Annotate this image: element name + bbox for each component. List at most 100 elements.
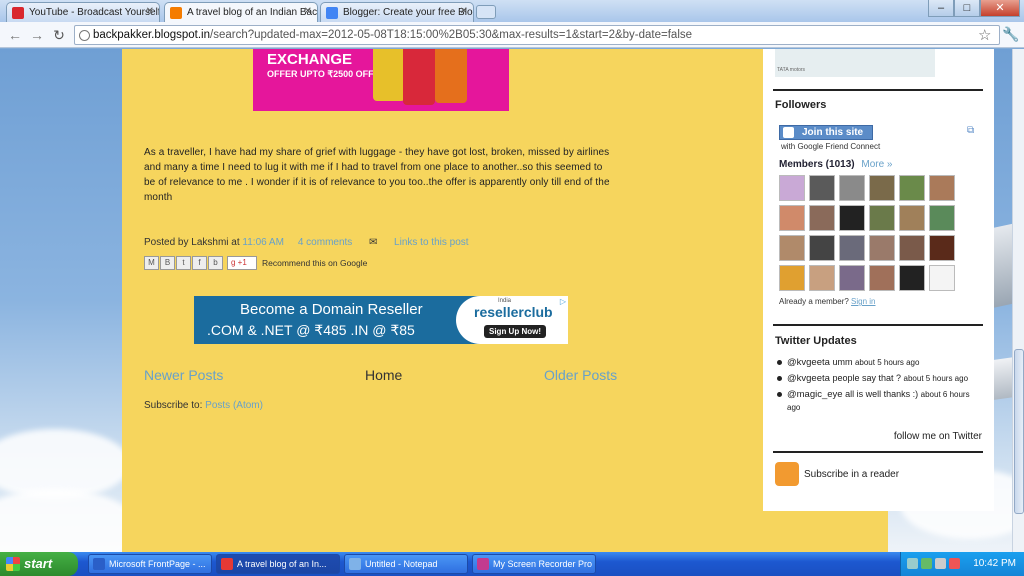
join-label: Join this site	[802, 127, 864, 138]
tray-arrow-icon[interactable]	[907, 558, 918, 569]
windows-logo-icon	[6, 557, 20, 571]
tweet-user[interactable]: @magic_eye	[787, 389, 843, 400]
member-avatar[interactable]	[809, 205, 835, 231]
start-button[interactable]: start	[0, 552, 78, 576]
task-label: A travel blog of an In...	[237, 559, 327, 569]
tray-network-icon[interactable]	[921, 558, 932, 569]
buzz-share-icon[interactable]: b	[208, 256, 223, 270]
sign-in-link[interactable]: Sign in	[851, 297, 875, 306]
banner-prices: .COM & .NET @ ₹485 .IN @ ₹85	[207, 322, 415, 338]
new-tab-button[interactable]	[476, 5, 496, 19]
google-favicon-icon	[326, 7, 338, 19]
brand-name: resellerclub	[474, 304, 553, 320]
member-avatar[interactable]	[839, 205, 865, 231]
member-avatar[interactable]	[809, 235, 835, 261]
tweet-text: people say that ?	[832, 373, 901, 383]
cloud-decoration	[0, 489, 140, 552]
tweets-list: @kvgeeta umm about 5 hours ago @kvgeeta …	[775, 356, 983, 417]
back-arrow-icon[interactable]: ←	[6, 26, 24, 44]
twitter-share-icon[interactable]: t	[176, 256, 191, 270]
member-avatar[interactable]	[779, 205, 805, 231]
banner-headline: Become a Domain Reseller	[240, 301, 423, 318]
sidebar-ad-image[interactable]: TATA motors	[775, 49, 935, 77]
blogthis-share-icon[interactable]: B	[160, 256, 175, 270]
member-avatar[interactable]	[809, 175, 835, 201]
tab-blogger[interactable]: Blogger: Create your free Blog ✕	[320, 2, 474, 22]
member-avatar[interactable]	[869, 265, 895, 291]
member-avatar[interactable]	[779, 265, 805, 291]
newer-posts-link[interactable]: Newer Posts	[144, 367, 223, 383]
tray-volume-icon[interactable]	[935, 558, 946, 569]
member-avatar[interactable]	[899, 175, 925, 201]
maximize-button[interactable]: □	[954, 0, 980, 17]
subscribe-reader-link[interactable]: Subscribe in a reader	[804, 469, 899, 480]
minimize-button[interactable]: –	[928, 0, 954, 17]
tab-youtube[interactable]: YouTube - Broadcast Yourself ✕	[6, 2, 160, 22]
address-bar-input[interactable]: backpakker.blogspot.in/search?updated-ma…	[74, 25, 1000, 45]
tweet-user[interactable]: @kvgeeta	[787, 357, 830, 368]
member-avatar[interactable]	[899, 235, 925, 261]
adchoices-icon[interactable]: ▷	[560, 297, 566, 306]
browser-tab-bar: YouTube - Broadcast Yourself ✕ A travel …	[0, 0, 1024, 22]
tab-travel-blog[interactable]: A travel blog of an Indian Backpacker ✕	[164, 2, 318, 22]
member-avatar[interactable]	[779, 235, 805, 261]
rss-icon[interactable]	[775, 462, 799, 486]
taskbar-item-chrome[interactable]: A travel blog of an In...	[216, 554, 340, 574]
tab-close-icon[interactable]: ✕	[304, 6, 312, 17]
close-window-button[interactable]: ✕	[980, 0, 1020, 17]
member-avatar[interactable]	[929, 205, 955, 231]
member-avatar[interactable]	[779, 175, 805, 201]
bookmark-star-icon[interactable]: ☆	[978, 26, 991, 44]
facebook-share-icon[interactable]: f	[192, 256, 207, 270]
member-avatar[interactable]	[839, 175, 865, 201]
reload-icon[interactable]: ↻	[50, 26, 68, 44]
email-share-icon[interactable]: M	[144, 256, 159, 270]
popout-icon[interactable]: ⧉	[967, 125, 974, 136]
ad-title: EXCHANGE	[267, 51, 353, 68]
email-post-icon[interactable]: ✉	[369, 237, 377, 248]
tata-caption: TATA motors	[777, 67, 806, 73]
taskbar-item-notepad[interactable]: Untitled - Notepad	[344, 554, 468, 574]
member-avatar[interactable]	[839, 235, 865, 261]
member-avatar[interactable]	[899, 265, 925, 291]
follow-twitter-link[interactable]: follow me on Twitter	[894, 431, 982, 442]
links-to-post-link[interactable]: Links to this post	[394, 237, 468, 248]
member-avatar[interactable]	[869, 205, 895, 231]
tab-close-icon[interactable]: ✕	[146, 6, 154, 17]
google-plus-one-button[interactable]: g +1	[227, 256, 257, 270]
vertical-scrollbar[interactable]	[1012, 49, 1024, 552]
google-icon	[783, 127, 794, 138]
tweet-user[interactable]: @kvgeeta	[787, 373, 830, 384]
member-avatar[interactable]	[869, 235, 895, 261]
member-avatar[interactable]	[899, 205, 925, 231]
post-time-link[interactable]: 11:06 AM	[242, 237, 284, 248]
tweet-time[interactable]: about 5 hours ago	[855, 358, 920, 367]
older-posts-link[interactable]: Older Posts	[544, 367, 617, 383]
tweet-time[interactable]: about 5 hours ago	[904, 374, 969, 383]
member-avatar[interactable]	[869, 175, 895, 201]
scrollbar-thumb[interactable]	[1014, 349, 1024, 514]
member-avatar[interactable]	[929, 265, 955, 291]
member-avatar[interactable]	[839, 265, 865, 291]
comments-link[interactable]: 4 comments	[298, 237, 352, 248]
sidebar: TATA motors Followers Join this site wit…	[763, 49, 994, 511]
tab-close-icon[interactable]: ✕	[460, 6, 468, 17]
more-members-link[interactable]: More »	[861, 159, 892, 170]
member-avatar[interactable]	[929, 235, 955, 261]
join-site-button[interactable]: Join this site	[779, 125, 873, 140]
post-author[interactable]: Lakshmi	[191, 237, 228, 248]
member-avatar[interactable]	[809, 265, 835, 291]
globe-icon	[79, 30, 90, 41]
luggage-ad[interactable]: EXCHANGE OFFER UPTO ₹2500 OFF*	[253, 49, 509, 111]
forward-arrow-icon[interactable]: →	[28, 26, 46, 44]
tray-security-icon[interactable]	[949, 558, 960, 569]
posts-atom-link[interactable]: Posts (Atom)	[205, 400, 263, 411]
taskbar-item-frontpage[interactable]: Microsoft FrontPage - ...	[88, 554, 212, 574]
home-link[interactable]: Home	[365, 367, 402, 383]
member-avatar[interactable]	[929, 175, 955, 201]
tab-label: Blogger: Create your free Blog	[343, 7, 474, 18]
wrench-menu-icon[interactable]: 🔧	[1002, 26, 1019, 43]
taskbar-item-screen-recorder[interactable]: My Screen Recorder Pro	[472, 554, 596, 574]
resellerclub-banner-ad[interactable]: Become a Domain Reseller .COM & .NET @ ₹…	[194, 296, 568, 344]
signup-button[interactable]: Sign Up Now!	[484, 325, 546, 338]
